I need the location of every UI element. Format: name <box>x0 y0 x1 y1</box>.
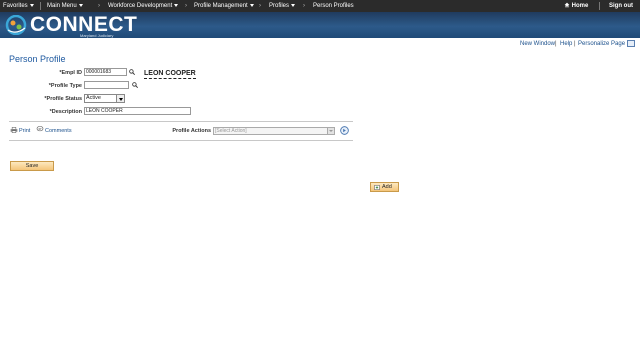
add-button-label: Add <box>382 184 392 190</box>
nav-divider <box>599 2 600 10</box>
lookup-icon[interactable] <box>132 82 138 88</box>
add-button[interactable]: Add <box>370 182 399 192</box>
home-label: Home <box>571 3 589 9</box>
utility-separator: | <box>574 41 576 47</box>
print-link[interactable]: Print <box>19 128 30 134</box>
save-button[interactable]: Save <box>10 161 54 171</box>
breadcrumb-workforce-development[interactable]: Workforce Development <box>108 0 179 12</box>
brand-banner: CONNECT Maryland Judiciary <box>0 12 640 38</box>
chevron-down-icon <box>291 3 296 7</box>
divider <box>9 121 353 122</box>
breadcrumb-label: Profile Management <box>194 3 248 9</box>
printer-icon[interactable] <box>10 127 18 133</box>
chevron-down-icon <box>249 3 254 7</box>
breadcrumb-person-profiles[interactable]: Person Profiles <box>313 0 354 12</box>
brand-subtitle: Maryland Judiciary <box>80 33 114 38</box>
go-icon[interactable] <box>340 126 349 135</box>
breadcrumb-profile-management[interactable]: Profile Management <box>194 0 254 12</box>
spreadsheet-icon[interactable] <box>627 40 635 47</box>
divider <box>9 140 353 141</box>
main-menu-label: Main Menu <box>47 3 77 9</box>
add-icon <box>374 184 380 190</box>
personalize-page-link[interactable]: Personalize Page <box>578 41 625 47</box>
help-link[interactable]: Help <box>560 41 572 47</box>
breadcrumb-label: Profiles <box>269 3 290 9</box>
home-link[interactable]: Home <box>564 0 588 12</box>
nav-divider <box>40 2 41 10</box>
profile-actions-select[interactable]: [Select Action] <box>213 127 335 135</box>
chevron-down-icon <box>327 128 334 134</box>
chevron-down-icon <box>78 3 83 7</box>
favorites-menu[interactable]: Favorites <box>3 0 34 12</box>
description-field[interactable]: LEON COOPER <box>84 107 191 115</box>
new-window-link[interactable]: New Window <box>520 41 555 47</box>
comments-link[interactable]: Comments <box>45 128 72 134</box>
breadcrumb-label: Workforce Development <box>108 3 173 9</box>
description-label: *Description <box>49 109 82 115</box>
profile-status-value: Active <box>86 95 101 101</box>
profile-type-field[interactable] <box>84 81 129 89</box>
breadcrumb-arrow-icon: › <box>303 3 305 9</box>
utility-separator: | <box>555 41 557 47</box>
breadcrumb-arrow-icon: › <box>185 3 187 9</box>
breadcrumb-arrow-icon: › <box>98 3 100 9</box>
lookup-icon[interactable] <box>129 69 135 75</box>
connect-logo-icon <box>5 15 27 35</box>
profile-status-select[interactable]: Active <box>84 94 125 103</box>
sign-out-link[interactable]: Sign out <box>609 0 633 12</box>
profile-type-label: *Profile Type <box>48 83 82 89</box>
favorites-label: Favorites <box>3 3 28 9</box>
employee-name: LEON COOPER <box>144 70 196 79</box>
breadcrumb-profiles[interactable]: Profiles <box>269 0 296 12</box>
home-icon <box>564 3 570 8</box>
breadcrumb-arrow-icon: › <box>259 3 261 9</box>
profile-actions-label: Profile Actions <box>172 128 211 134</box>
profile-status-label: *Profile Status <box>44 96 82 102</box>
empl-id-field[interactable]: 000001683 <box>84 68 127 76</box>
profile-actions-value: [Select Action] <box>215 128 247 134</box>
comment-icon[interactable] <box>36 126 44 132</box>
chevron-down-icon <box>174 3 179 7</box>
chevron-down-icon <box>116 95 124 102</box>
top-navigation-bar: Favorites Main Menu › Workforce Developm… <box>0 0 640 12</box>
chevron-down-icon <box>29 3 34 7</box>
empl-id-label: *Empl ID <box>59 70 82 76</box>
page-title: Person Profile <box>9 54 66 64</box>
main-menu[interactable]: Main Menu <box>47 0 83 12</box>
breadcrumb-label: Person Profiles <box>313 3 354 9</box>
